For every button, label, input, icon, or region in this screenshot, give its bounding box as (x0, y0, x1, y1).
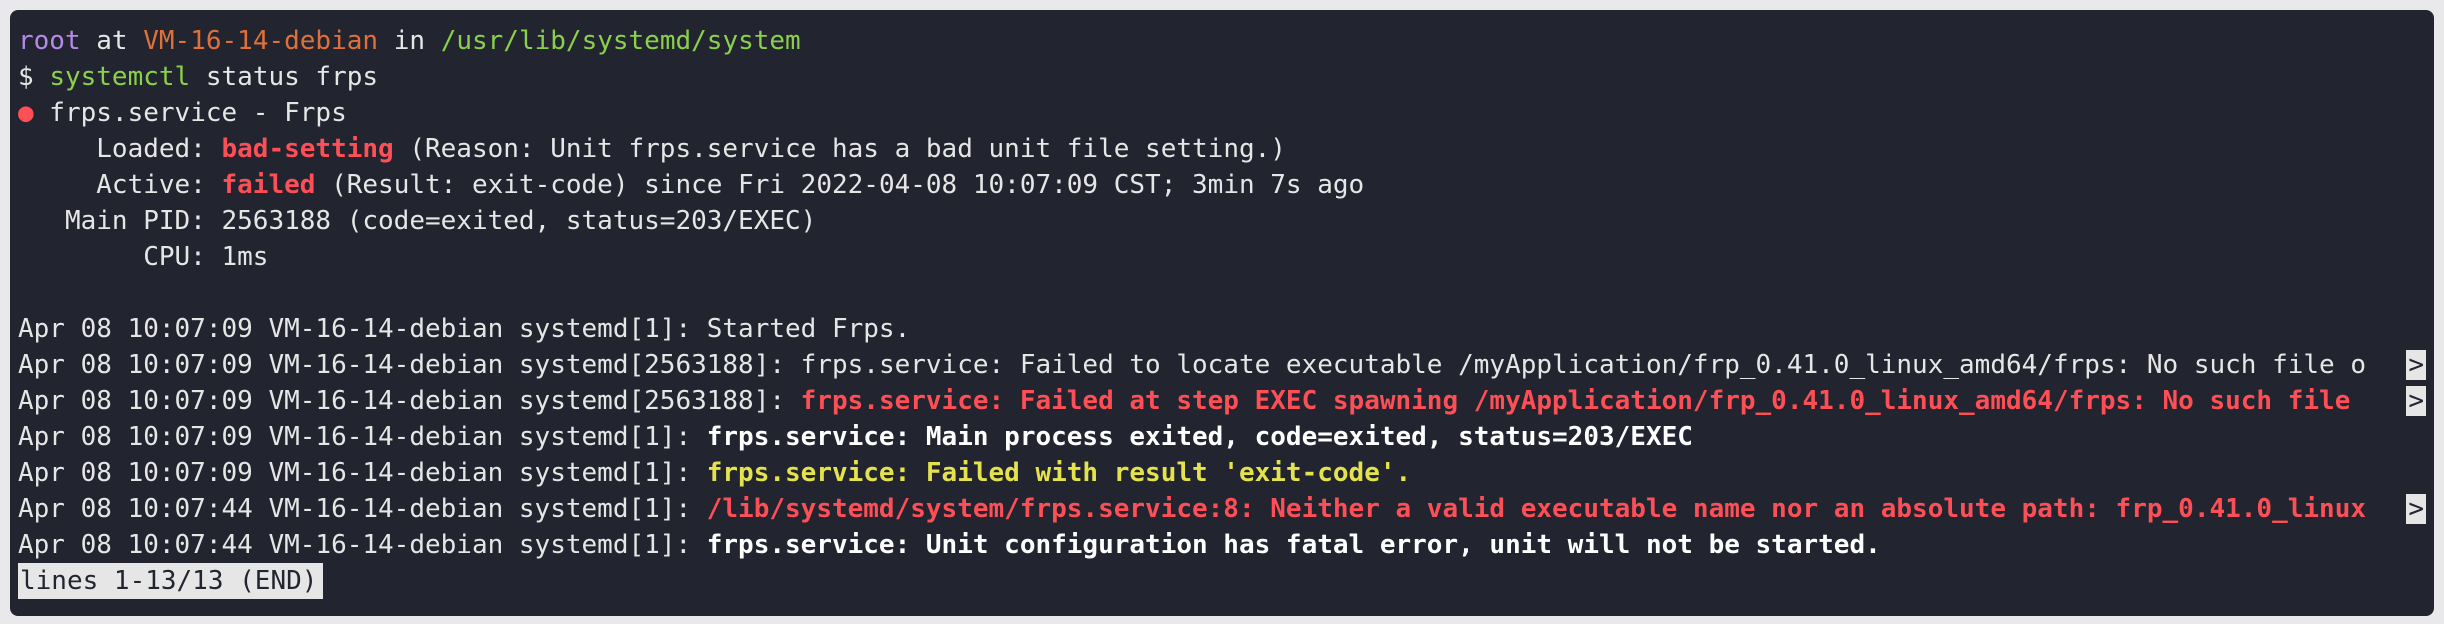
log-message: Started Frps. (706, 314, 911, 344)
line-overflow-marker: > (2406, 350, 2426, 380)
log-prefix: Apr 08 10:07:44 VM-16-14-debian systemd[… (18, 530, 707, 560)
log-message: /lib/systemd/system/frps.service:8: Neit… (706, 494, 2367, 524)
loaded-reason: (Reason: Unit frps.service has a bad uni… (393, 134, 1286, 164)
cpu-line: CPU: 1ms (18, 242, 269, 272)
active-label: Active: (18, 170, 222, 200)
log-prefix: Apr 08 10:07:09 VM-16-14-debian systemd[… (18, 422, 707, 452)
log-line: Apr 08 10:07:09 VM-16-14-debian systemd[… (18, 311, 2426, 347)
prompt-cwd: /usr/lib/systemd/system (440, 26, 801, 56)
pager-status-line[interactable]: lines 1-13/13 (END) (18, 563, 2426, 599)
prompt-host: VM-16-14-debian (143, 26, 379, 56)
status-dot-icon: ● (18, 98, 34, 128)
active-line: Active: failed (Result: exit-code) since… (18, 167, 2426, 203)
active-detail: (Result: exit-code) since Fri 2022-04-08… (315, 170, 1365, 200)
log-prefix: Apr 08 10:07:09 VM-16-14-debian systemd[… (18, 458, 707, 488)
log-message: frps.service: Main process exited, code=… (706, 422, 1693, 452)
log-line: Apr 08 10:07:09 VM-16-14-debian systemd[… (18, 347, 2426, 383)
prompt-at: at (96, 26, 128, 56)
loaded-line: Loaded: bad-setting (Reason: Unit frps.s… (18, 131, 2426, 167)
log-line: Apr 08 10:07:09 VM-16-14-debian systemd[… (18, 455, 2426, 491)
command-line: $ systemctl status frps (18, 59, 2426, 95)
log-line: Apr 08 10:07:44 VM-16-14-debian systemd[… (18, 491, 2426, 527)
loaded-label: Loaded: (18, 134, 222, 164)
log-line: Apr 08 10:07:44 VM-16-14-debian systemd[… (18, 527, 2426, 563)
pager-status: lines 1-13/13 (END) (18, 563, 324, 599)
prompt-user: root (18, 26, 81, 56)
active-state: failed (221, 170, 316, 200)
log-message: frps.service: Failed to locate executabl… (800, 350, 2367, 380)
log-message: frps.service: Failed at step EXEC spawni… (800, 386, 2367, 416)
log-message: frps.service: Unit configuration has fat… (706, 530, 1881, 560)
line-overflow-marker: > (2406, 494, 2426, 524)
log-prefix: Apr 08 10:07:09 VM-16-14-debian systemd[… (18, 386, 801, 416)
main-pid-line: Main PID: 2563188 (code=exited, status=2… (18, 206, 817, 236)
line-overflow-marker: > (2406, 386, 2426, 416)
terminal-window[interactable]: root at VM-16-14-debian in /usr/lib/syst… (10, 10, 2434, 616)
log-message: frps.service: Failed with result 'exit-c… (706, 458, 1412, 488)
prompt-in: in (393, 26, 426, 56)
log-prefix: Apr 08 10:07:09 VM-16-14-debian systemd[… (18, 314, 707, 344)
service-header: ● frps.service - Frps (18, 95, 2426, 131)
log-line: Apr 08 10:07:09 VM-16-14-debian systemd[… (18, 419, 2426, 455)
log-prefix: Apr 08 10:07:09 VM-16-14-debian systemd[… (18, 350, 801, 380)
shell-prompt: root at VM-16-14-debian in /usr/lib/syst… (18, 23, 2426, 59)
service-name: frps.service - Frps (33, 98, 347, 128)
loaded-state: bad-setting (221, 134, 394, 164)
prompt-symbol: $ (18, 62, 34, 92)
command-args: status frps (205, 62, 379, 92)
command-program: systemctl (49, 62, 191, 92)
log-line: Apr 08 10:07:09 VM-16-14-debian systemd[… (18, 383, 2426, 419)
log-prefix: Apr 08 10:07:44 VM-16-14-debian systemd[… (18, 494, 707, 524)
